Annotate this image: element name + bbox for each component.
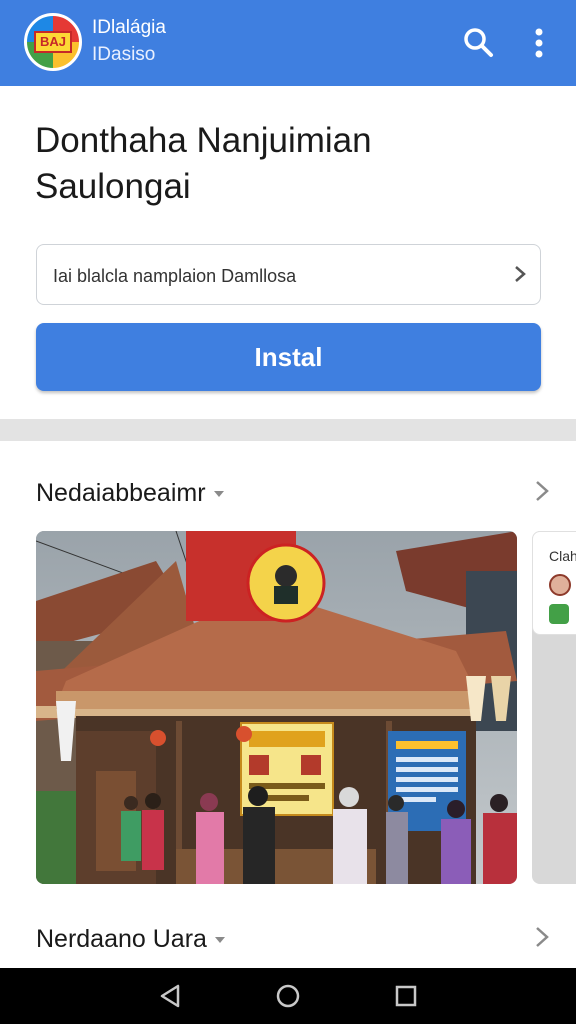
avatar <box>549 574 571 596</box>
section-header-1[interactable]: Nedaiabbeaimr <box>0 462 576 522</box>
chevron-right-icon[interactable] <box>534 478 550 504</box>
more-vert-icon[interactable] <box>524 24 554 62</box>
install-button[interactable]: Instal <box>36 323 541 391</box>
chevron-right-icon <box>512 263 528 285</box>
peek-card-top: Clah <box>532 531 576 635</box>
logo-text: BAJ <box>34 31 72 53</box>
page-title: Donthaha Nanjuimian Saulongai <box>35 121 372 206</box>
recents-icon[interactable] <box>392 982 420 1010</box>
version-dropdown[interactable]: Iai blalcla namplaion Damllosa <box>36 244 541 305</box>
section-title: Nedaiabbeaimr <box>36 478 224 508</box>
app-subtitle: IDasiso <box>92 44 156 65</box>
system-nav-bar <box>0 968 576 1024</box>
back-icon[interactable] <box>156 982 184 1010</box>
chevron-right-icon[interactable] <box>534 924 550 950</box>
caret-down-icon <box>214 937 225 944</box>
section-title: Nerdaano Uara <box>36 924 225 954</box>
section-header-2[interactable]: Nerdaano Uara <box>0 908 576 968</box>
home-icon[interactable] <box>274 982 302 1010</box>
search-icon[interactable] <box>460 24 496 60</box>
next-card-label: Clah <box>549 548 576 564</box>
dropdown-value: Iai blalcla namplaion Damllosa <box>53 266 297 286</box>
photo-card[interactable] <box>36 531 517 884</box>
caret-down-icon <box>213 491 224 498</box>
badge-icon <box>549 604 569 624</box>
app-bar: BAJ IDlalágia IDasiso <box>0 0 576 86</box>
app-logo[interactable]: BAJ <box>24 13 82 71</box>
section-divider <box>0 419 576 441</box>
app-title: IDlalágia <box>92 17 166 38</box>
next-photo-card[interactable]: Clah <box>532 531 576 884</box>
